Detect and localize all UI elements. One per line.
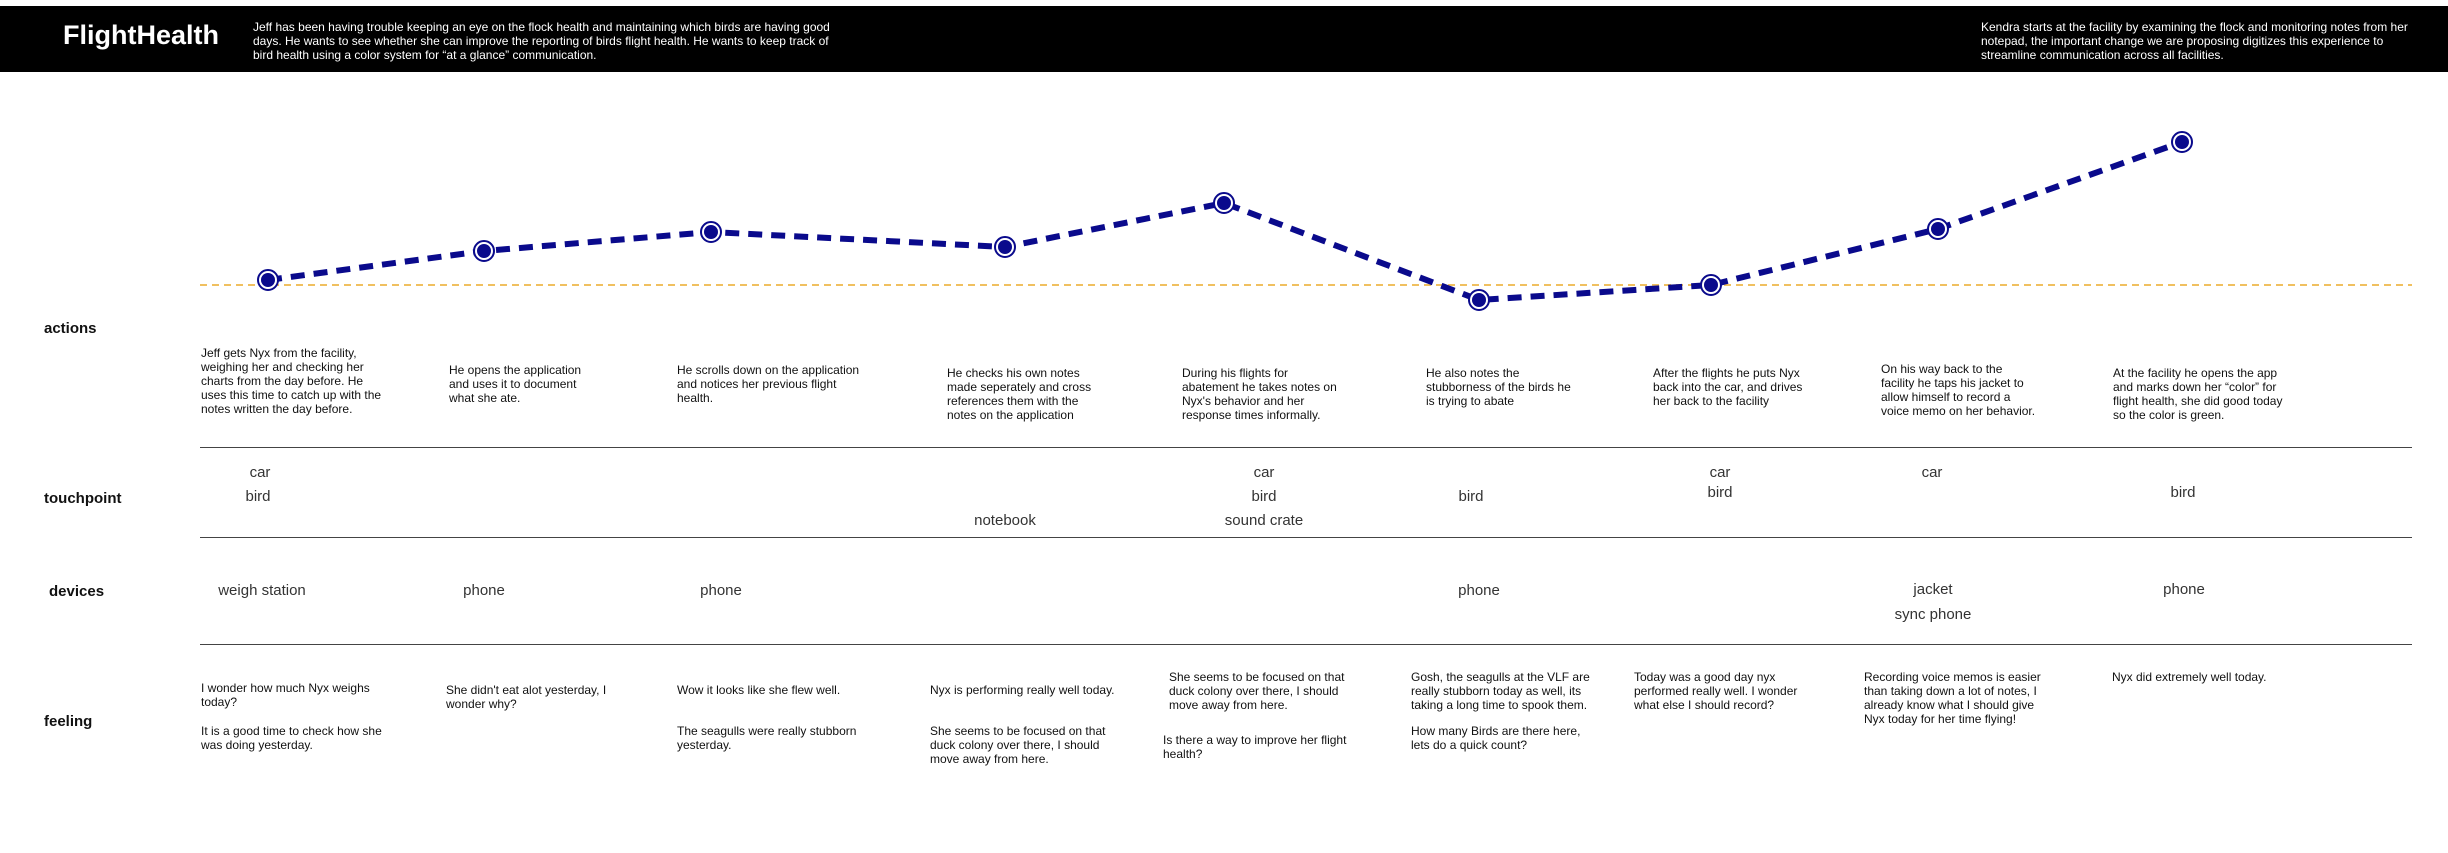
emotion-point-9 [2175,135,2189,149]
touchpoint-step-8-car: car [1921,464,1943,481]
emotion-point-8 [1931,222,1945,236]
device-step-8-sync-phone: sync phone [1894,606,1972,623]
divider-devices [200,644,2412,645]
feeling-step-8-a: Recording voice memos is easier than tak… [1864,670,2041,726]
touchpoint-step-5-sound-crate: sound crate [1224,512,1304,529]
device-step-3-phone: phone [700,582,742,599]
action-step-7: After the flights he puts Nyx back into … [1653,366,1803,408]
emotion-point-1 [261,273,275,287]
feeling-step-1-b: It is a good time to check how she was d… [201,724,382,752]
feeling-step-5-b: Is there a way to improve her flight hea… [1163,733,1347,761]
touchpoint-step-5-car: car [1253,464,1275,481]
feeling-step-3-a: Wow it looks like she flew well. [677,683,841,697]
action-step-9: At the facility he opens the app and mar… [2113,366,2283,422]
touchpoint-step-1-bird: bird [245,488,271,505]
feeling-step-3-b: The seagulls were really stubborn yester… [677,724,857,752]
device-step-2-phone: phone [463,582,505,599]
emotion-point-7 [1704,278,1718,292]
row-label-touchpoint: touchpoint [44,490,122,507]
touchpoint-step-4-notebook: notebook [974,512,1036,529]
action-step-2: He opens the application and uses it to … [449,363,582,405]
device-step-6-phone: phone [1458,582,1500,599]
row-label-actions: actions [44,320,97,337]
touchpoint-step-6-bird: bird [1458,488,1484,505]
device-step-8-jacket: jacket [1913,581,1953,598]
feeling-step-5-a: She seems to be focused on that duck col… [1169,670,1345,712]
touchpoint-step-1-car: car [249,464,271,481]
row-label-devices: devices [49,583,105,600]
feeling-step-6-b: How many Birds are there here, lets do a… [1411,724,1581,752]
action-step-8: On his way back to the facility he taps … [1881,362,2036,418]
emotion-point-5 [1217,196,1231,210]
divider-touchpoint [200,537,2412,538]
touchpoint-step-5-bird: bird [1251,488,1277,505]
feeling-step-7-a: Today was a good day nyx performed reall… [1634,670,1798,712]
feeling-step-6-a: Gosh, the seagulls at the VLF are really… [1411,670,1590,712]
action-step-6: He also notes the stubborness of the bir… [1426,366,1571,408]
emotion-point-2 [477,244,491,258]
divider-actions [200,447,2412,448]
touchpoint-step-7-bird: bird [1707,484,1733,501]
feeling-step-1-a: I wonder how much Nyx weighs today? [201,681,370,709]
feeling-step-4-a: Nyx is performing really well today. [930,683,1115,697]
feeling-step-2-a: She didn't eat alot yesterday, I wonder … [446,683,607,711]
touchpoint-step-9-bird: bird [2170,484,2196,501]
device-step-1-weigh-station: weigh station [218,582,306,599]
emotion-line [267,139,2184,304]
emotion-point-3 [704,225,718,239]
feeling-step-4-b: She seems to be focused on that duck col… [930,724,1106,766]
row-label-feeling: feeling [44,713,93,730]
touchpoint-step-7-car: car [1709,464,1731,481]
feeling-step-9-a: Nyx did extremely well today. [2112,670,2267,684]
device-step-9-phone: phone [2163,581,2205,598]
action-step-4: He checks his own notes made seperately … [947,366,1092,422]
action-step-1: Jeff gets Nyx from the facility, weighin… [201,346,382,416]
emotion-point-4 [998,240,1012,254]
action-step-3: He scrolls down on the application and n… [677,363,860,405]
emotion-point-6 [1472,293,1486,307]
action-step-5: During his flights for abatement he take… [1182,366,1337,422]
